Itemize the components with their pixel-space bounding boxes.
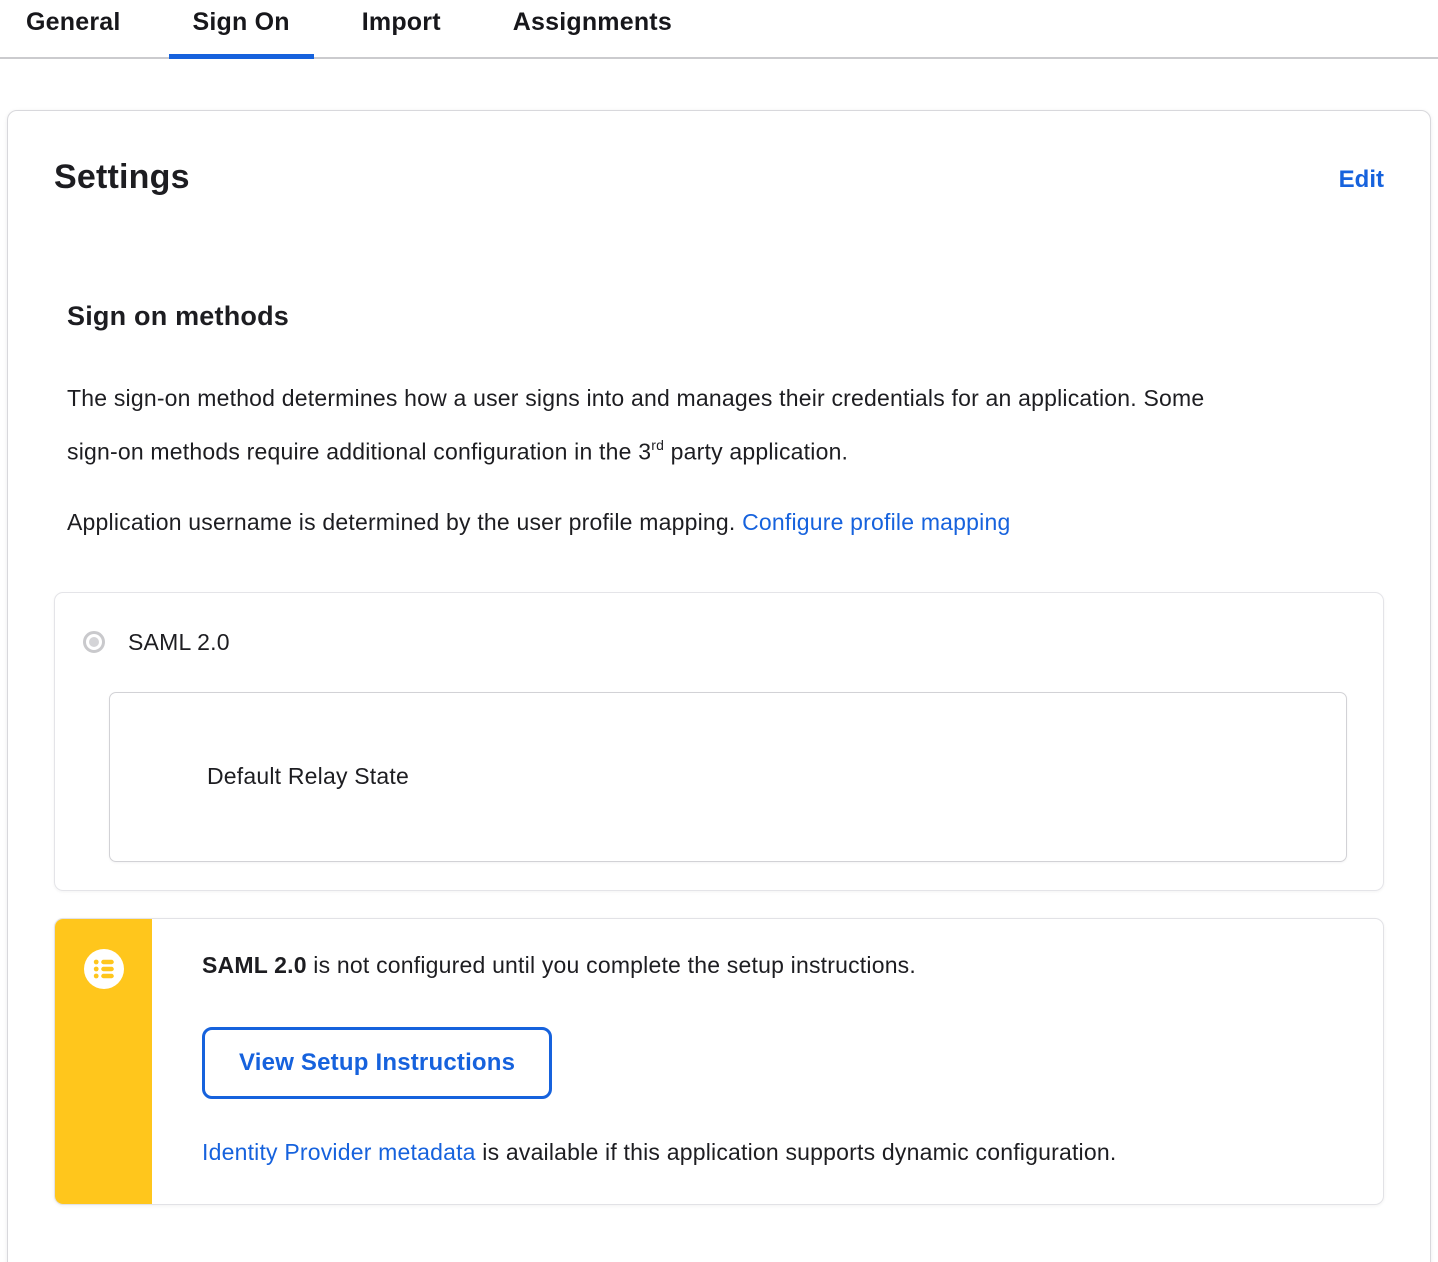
username-mapping-text: Application username is determined by th… bbox=[67, 508, 743, 535]
setup-callout: SAML 2.0 is not configured until you com… bbox=[54, 917, 1384, 1205]
ordinal-superscript: rd bbox=[651, 437, 665, 453]
default-relay-state-label: Default Relay State bbox=[207, 763, 409, 790]
settings-card-header: Settings Edit bbox=[54, 158, 1384, 197]
sign-on-methods-section: Sign on methods The sign-on method deter… bbox=[54, 301, 1384, 1205]
username-mapping-line: Application username is determined by th… bbox=[67, 498, 1384, 546]
edit-link[interactable]: Edit bbox=[1339, 166, 1384, 194]
settings-card: Settings Edit Sign on methods The sign-o… bbox=[7, 110, 1431, 1262]
callout-message-text: is not configured until you complete the… bbox=[306, 951, 916, 978]
view-setup-instructions-button[interactable]: View Setup Instructions bbox=[202, 1026, 553, 1099]
callout-message: SAML 2.0 is not configured until you com… bbox=[202, 952, 1343, 979]
tab-sign-on[interactable]: Sign On bbox=[168, 0, 314, 59]
callout-message-strong: SAML 2.0 bbox=[202, 951, 307, 978]
tab-import[interactable]: Import bbox=[338, 0, 465, 57]
list-icon bbox=[83, 948, 124, 1204]
sign-on-methods-heading: Sign on methods bbox=[67, 301, 289, 331]
tab-general[interactable]: General bbox=[2, 0, 145, 57]
sign-on-description: The sign-on method determines how a user… bbox=[67, 374, 1217, 476]
callout-content: SAML 2.0 is not configured until you com… bbox=[152, 919, 1383, 1204]
description-text-tail: party application. bbox=[664, 438, 849, 465]
configure-profile-mapping-link[interactable]: Configure profile mapping bbox=[742, 509, 1010, 535]
tab-assignments[interactable]: Assignments bbox=[489, 0, 696, 57]
tab-bar: General Sign On Import Assignments bbox=[0, 0, 1438, 59]
saml-radio-row: SAML 2.0 bbox=[83, 629, 1351, 656]
saml-method-box: SAML 2.0 Default Relay State bbox=[54, 591, 1384, 891]
metadata-line: Identity Provider metadata is available … bbox=[202, 1139, 1343, 1166]
saml-radio[interactable] bbox=[83, 631, 105, 654]
default-relay-state-field: Default Relay State bbox=[109, 691, 1347, 862]
identity-provider-metadata-link[interactable]: Identity Provider metadata bbox=[202, 1139, 476, 1165]
description-text: The sign-on method determines how a user… bbox=[67, 385, 1205, 465]
callout-accent-bar bbox=[55, 918, 152, 1204]
saml-radio-label: SAML 2.0 bbox=[128, 628, 230, 655]
metadata-text: is available if this application support… bbox=[475, 1138, 1117, 1165]
settings-title: Settings bbox=[54, 158, 190, 196]
